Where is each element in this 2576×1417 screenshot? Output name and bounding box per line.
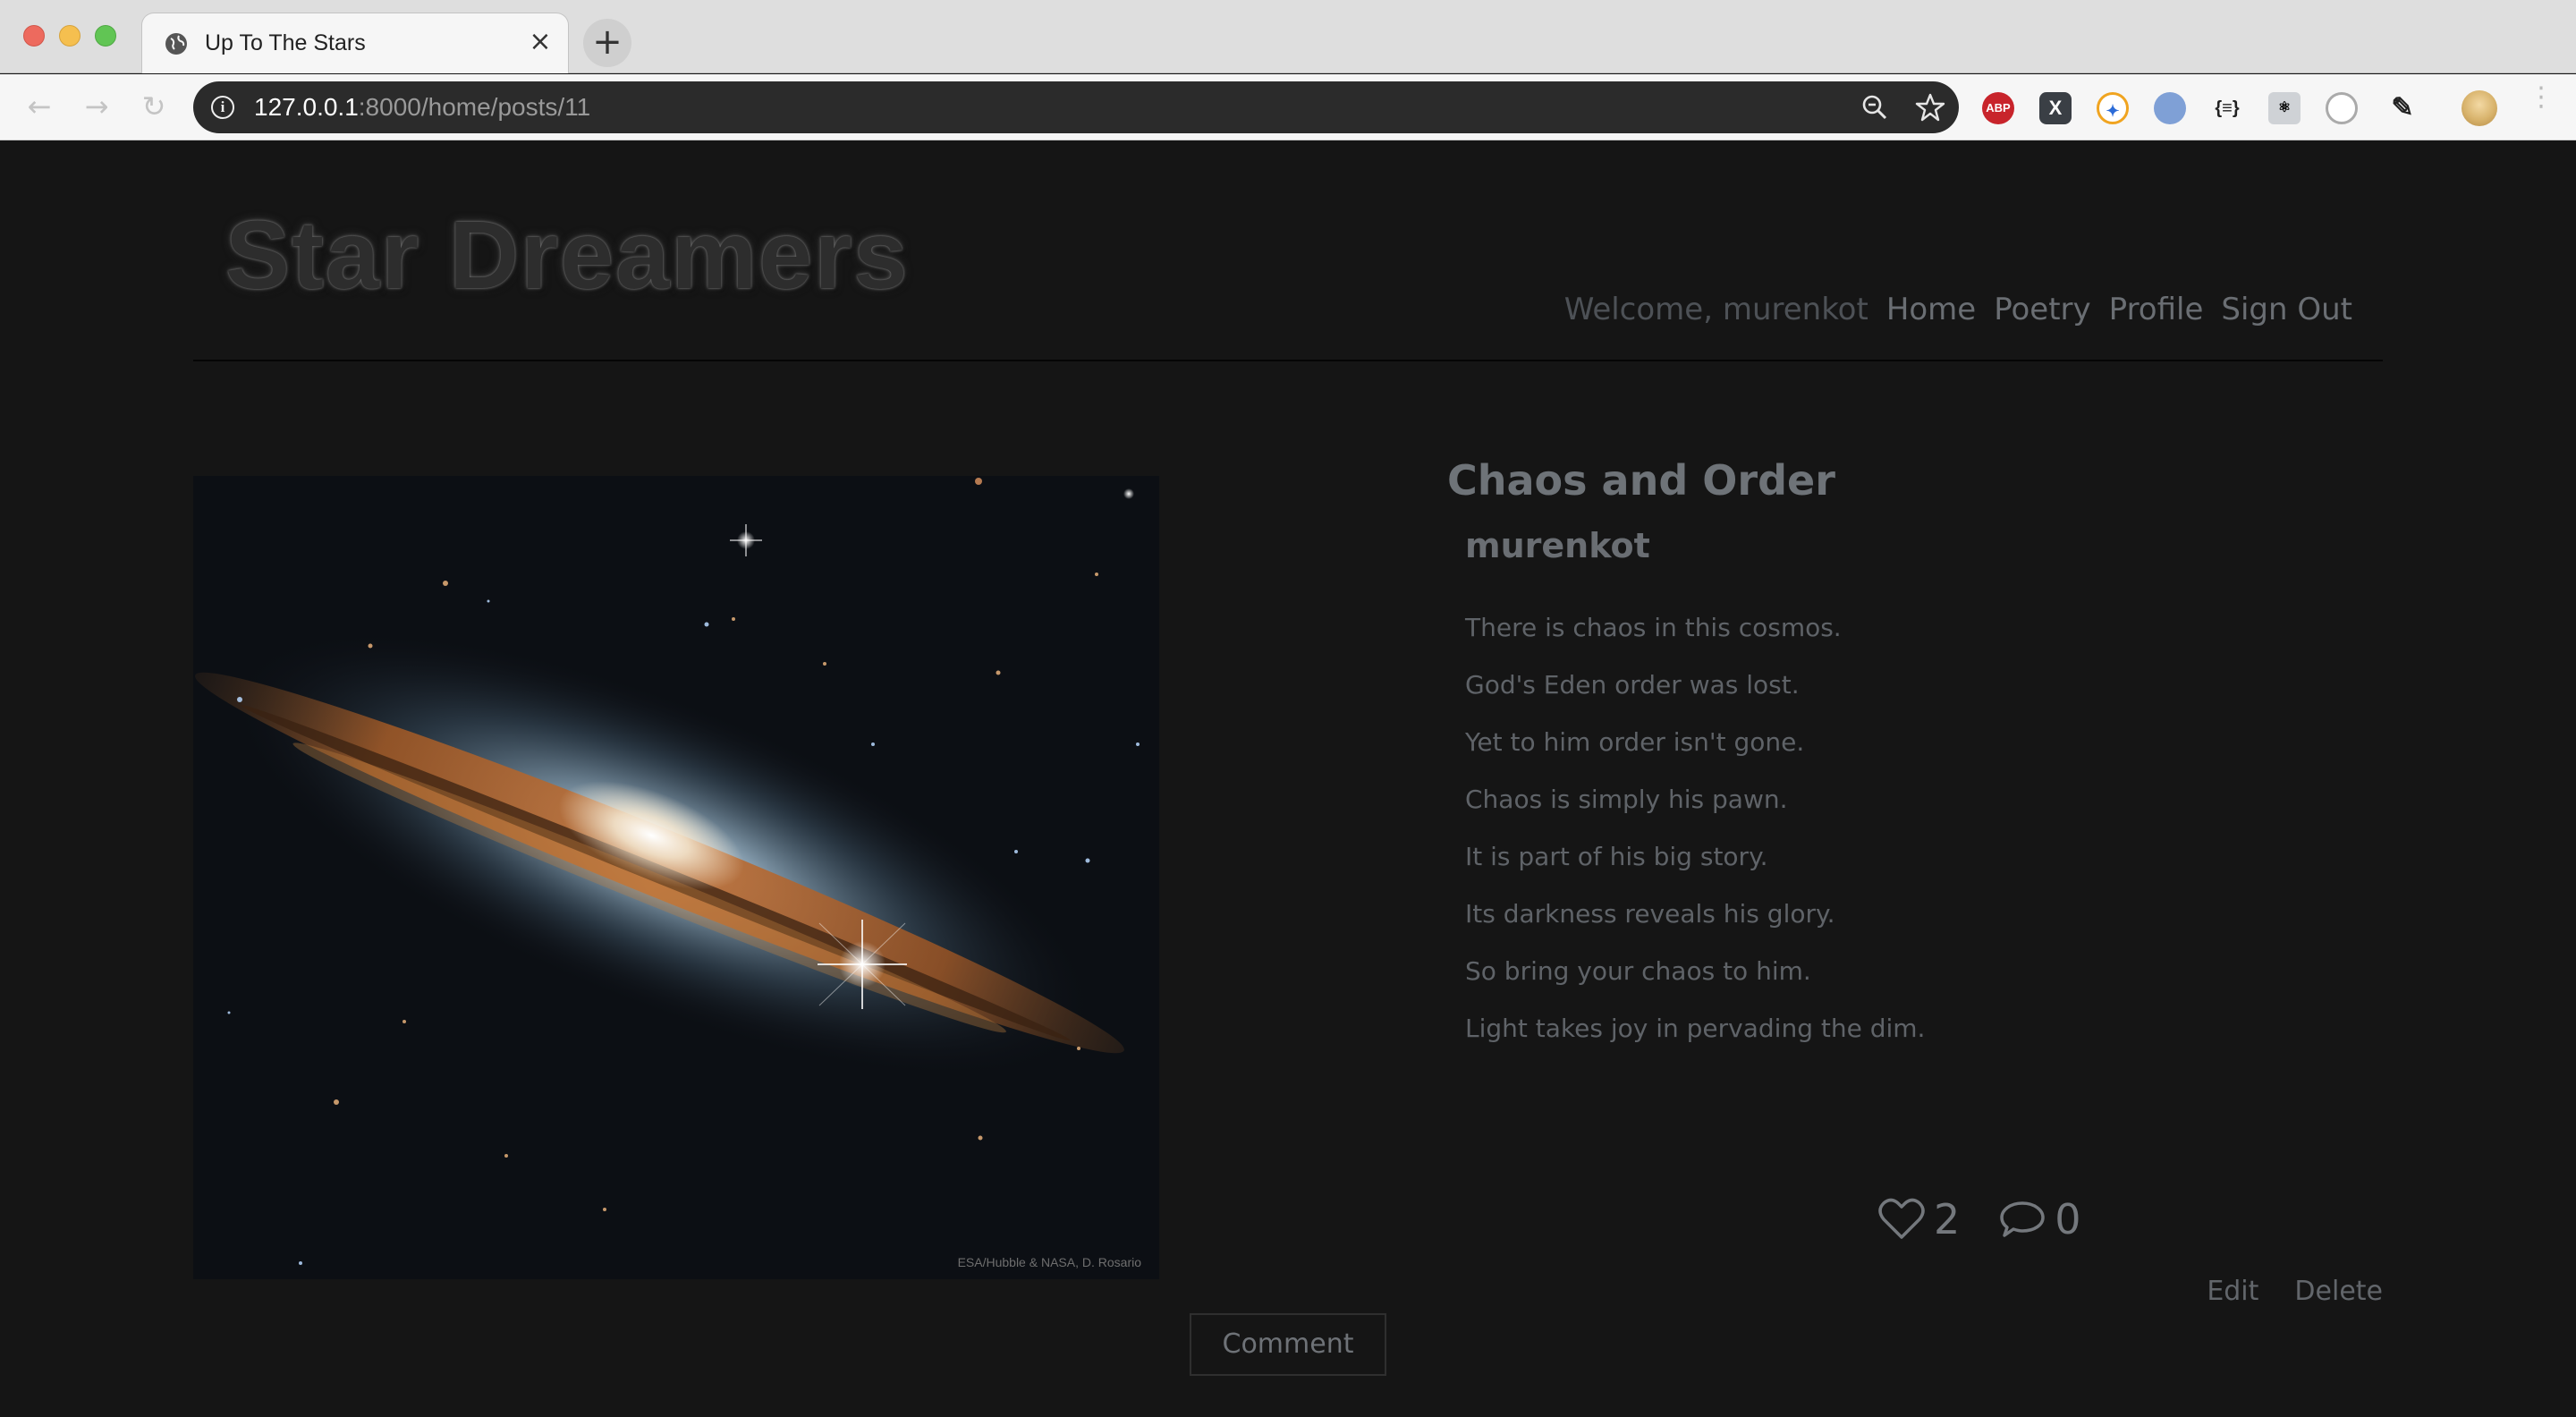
nav-poetry-link[interactable]: Poetry	[1994, 292, 2090, 327]
reload-icon[interactable]: ↻	[134, 87, 174, 126]
info-icon[interactable]: i	[211, 96, 234, 119]
eyedropper-icon[interactable]: ✎	[2386, 92, 2419, 124]
forward-arrow-icon[interactable]: →	[77, 87, 116, 126]
welcome-text: Welcome, murenkot	[1563, 292, 1868, 327]
poem-line: It is part of his big story.	[1465, 842, 1768, 871]
comment-count: 0	[2055, 1195, 2081, 1243]
x-extension-icon[interactable]: X	[2039, 92, 2072, 124]
page-content: Star Dreamers Welcome, murenkot Home Poe…	[0, 141, 2576, 1417]
post-actions: Edit Delete	[2207, 1276, 2383, 1307]
nav-profile-link[interactable]: Profile	[2109, 292, 2204, 327]
poem-line: Its darkness reveals his glory.	[1465, 899, 1835, 929]
post-title: Chaos and Order	[1447, 456, 1835, 505]
url-host: 127.0.0.1	[254, 93, 359, 121]
post-reactions: 2 0	[1878, 1195, 2121, 1243]
maximize-window-button[interactable]	[95, 25, 116, 47]
poem-line: So bring your chaos to him.	[1465, 956, 1811, 986]
compass-extension-icon[interactable]: ✦	[2097, 92, 2129, 124]
profile-avatar[interactable]	[2462, 90, 2497, 126]
image-credit: ESA/Hubble & NASA, D. Rosario	[958, 1255, 1142, 1269]
nav-home-link[interactable]: Home	[1886, 292, 1976, 327]
back-arrow-icon[interactable]: ←	[20, 87, 59, 126]
galaxy-image: ESA/Hubble & NASA, D. Rosario	[193, 476, 1159, 1279]
tab-title: Up To The Stars	[205, 30, 366, 55]
zoom-out-icon[interactable]	[1860, 93, 1889, 122]
close-window-button[interactable]	[23, 25, 45, 47]
minimize-window-button[interactable]	[59, 25, 80, 47]
poem-line: Chaos is simply his pawn.	[1465, 785, 1788, 814]
comment-button[interactable]: Comment	[1190, 1313, 1386, 1376]
timer-extension-icon[interactable]	[2326, 92, 2358, 124]
heart-icon	[1878, 1198, 1925, 1239]
browser-toolbar: ← → ↻ i 127.0.0.1:8000/home/posts/11 ABP…	[0, 74, 2576, 140]
adblock-extension-icon[interactable]: ABP	[1982, 92, 2014, 124]
react-devtools-icon[interactable]: ⚛	[2268, 92, 2301, 124]
comments-count-button[interactable]: 0	[1999, 1195, 2081, 1243]
poem-line: God's Eden order was lost.	[1465, 670, 1800, 700]
globe-icon	[165, 33, 187, 55]
browser-menu-icon[interactable]: ⋮	[2528, 84, 2555, 124]
bookmark-star-icon[interactable]	[1914, 91, 1946, 123]
address-bar[interactable]: i 127.0.0.1:8000/home/posts/11	[193, 81, 1959, 133]
post-author[interactable]: murenkot	[1465, 526, 1650, 565]
edit-link[interactable]: Edit	[2207, 1276, 2258, 1307]
browser-tab-bar: Up To The Stars × +	[0, 0, 2576, 73]
close-tab-icon[interactable]: ×	[525, 27, 555, 57]
header-divider	[193, 360, 2383, 361]
new-tab-button[interactable]: +	[583, 19, 631, 67]
site-nav: Welcome, murenkot Home Poetry Profile Si…	[1564, 292, 2352, 327]
like-count: 2	[1934, 1195, 1961, 1243]
poem-line: Light takes joy in pervading the dim.	[1465, 1014, 1926, 1043]
delete-link[interactable]: Delete	[2294, 1276, 2383, 1307]
site-logo[interactable]: Star Dreamers	[225, 199, 909, 310]
poem-body: There is chaos in this cosmos. God's Ede…	[1465, 599, 1925, 1057]
like-button[interactable]: 2	[1878, 1195, 1960, 1243]
url-path: :8000/home/posts/11	[358, 93, 591, 121]
poem-line: Yet to him order isn't gone.	[1465, 727, 1805, 757]
poem-line: There is chaos in this cosmos.	[1465, 613, 1842, 642]
json-extension-icon[interactable]: {≡}	[2211, 92, 2243, 124]
speech-bubble-icon	[2000, 1201, 2046, 1237]
nav-signout-link[interactable]: Sign Out	[2221, 292, 2352, 327]
ring-extension-icon[interactable]	[2154, 92, 2186, 124]
browser-tab[interactable]: Up To The Stars ×	[141, 13, 569, 73]
post-image: ESA/Hubble & NASA, D. Rosario	[193, 476, 1159, 1279]
url-text[interactable]: 127.0.0.1:8000/home/posts/11	[254, 93, 590, 122]
